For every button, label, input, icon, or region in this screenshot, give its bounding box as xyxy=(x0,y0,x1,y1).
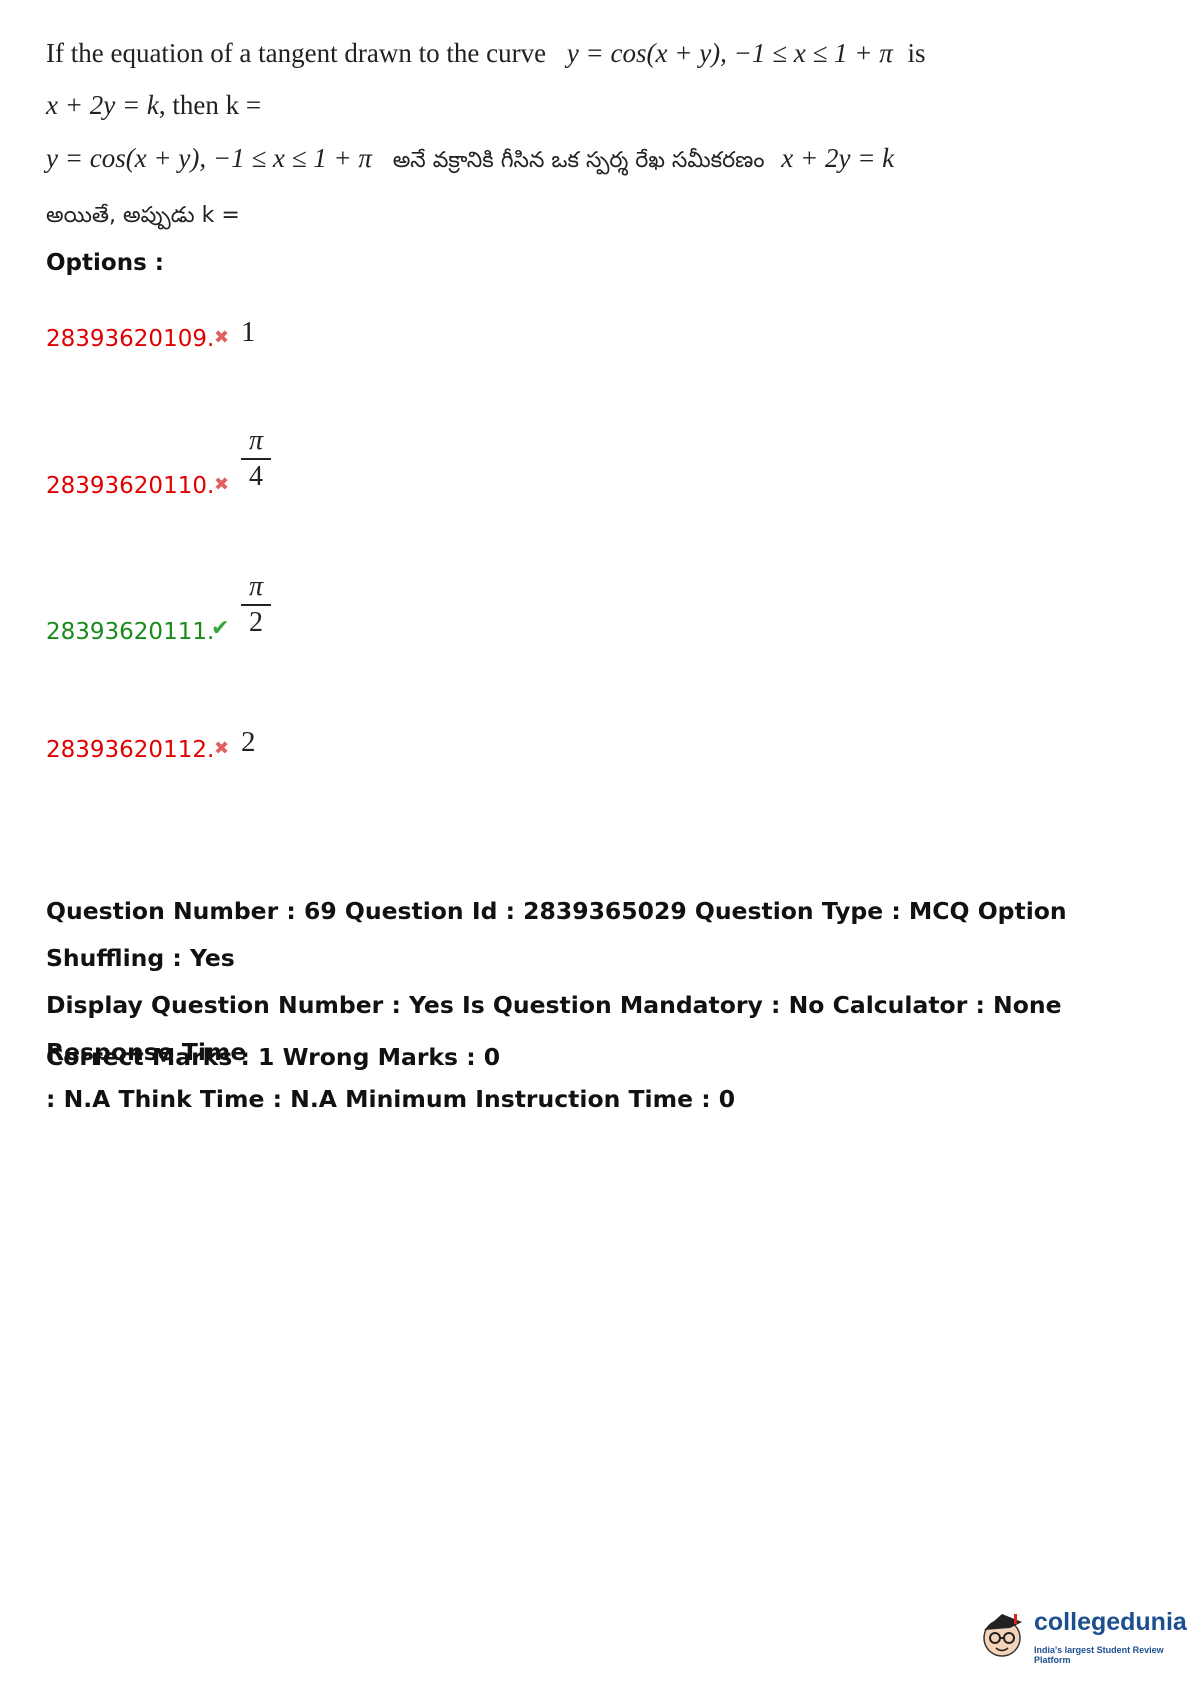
option-value: 2 xyxy=(241,726,256,758)
logo-tagline: India's largest Student Review Platform xyxy=(1034,1645,1164,1665)
fraction-bar xyxy=(241,604,271,606)
option-id: 28393620110. xyxy=(46,473,215,499)
tangent-equation-telugu: x + 2y = k xyxy=(781,143,895,173)
meta-line-3: : N.A Think Time : N.A Minimum Instructi… xyxy=(46,1085,736,1113)
option-value: 1 xyxy=(241,316,256,348)
option-id: 28393620111. xyxy=(46,619,215,645)
question-line-1: If the equation of a tangent drawn to th… xyxy=(46,38,926,69)
option-fraction: π 4 xyxy=(241,426,271,492)
wrong-icon: ✖ xyxy=(214,327,230,348)
question-telugu-text: అనే వక్రానికి గీసిన ఒక స్పర్శ రేఖ సమీకరణ… xyxy=(392,148,765,173)
wrong-icon: ✖ xyxy=(214,738,230,759)
question-text-end: is xyxy=(907,38,926,68)
tangent-equation: x + 2y = k xyxy=(46,90,159,120)
mascot-icon xyxy=(983,1614,1022,1657)
question-line-3: y = cos(x + y), −1 ≤ x ≤ 1 + π అనే వక్రా… xyxy=(46,143,894,178)
check-icon: ✔ xyxy=(211,616,230,641)
fraction-numerator: π xyxy=(248,571,264,602)
option-id: 28393620112. xyxy=(46,737,215,763)
wrong-icon: ✖ xyxy=(214,474,230,495)
logo-name: collegedunia xyxy=(1034,1608,1187,1636)
fraction-bar xyxy=(241,458,271,460)
question-text: If the equation of a tangent drawn to th… xyxy=(46,38,547,68)
curve-equation-telugu: y = cos(x + y), −1 ≤ x ≤ 1 + π xyxy=(46,143,372,173)
marks-info: Correct Marks : 1 Wrong Marks : 0 xyxy=(46,1043,501,1071)
meta-line-1: Question Number : 69 Question Id : 28393… xyxy=(46,897,1067,972)
option-id: 28393620109. xyxy=(46,326,215,352)
question-text-then: , then k = xyxy=(158,90,262,120)
curve-equation: y = cos(x + y), −1 ≤ x ≤ 1 + π xyxy=(566,38,893,68)
fraction-denominator: 2 xyxy=(249,607,263,638)
option-fraction: π 2 xyxy=(241,572,271,638)
question-line-4: అయితే, అప్పుడు k = xyxy=(46,198,240,233)
question-meta: Question Number : 69 Question Id : 28393… xyxy=(46,888,1156,1123)
fraction-numerator: π xyxy=(248,425,264,456)
question-line-2: x + 2y = k, then k = xyxy=(46,90,261,121)
question-telugu-end: అయితే, అప్పుడు k = xyxy=(46,203,240,228)
fraction-denominator: 4 xyxy=(249,461,263,492)
options-label: Options : xyxy=(46,250,164,276)
